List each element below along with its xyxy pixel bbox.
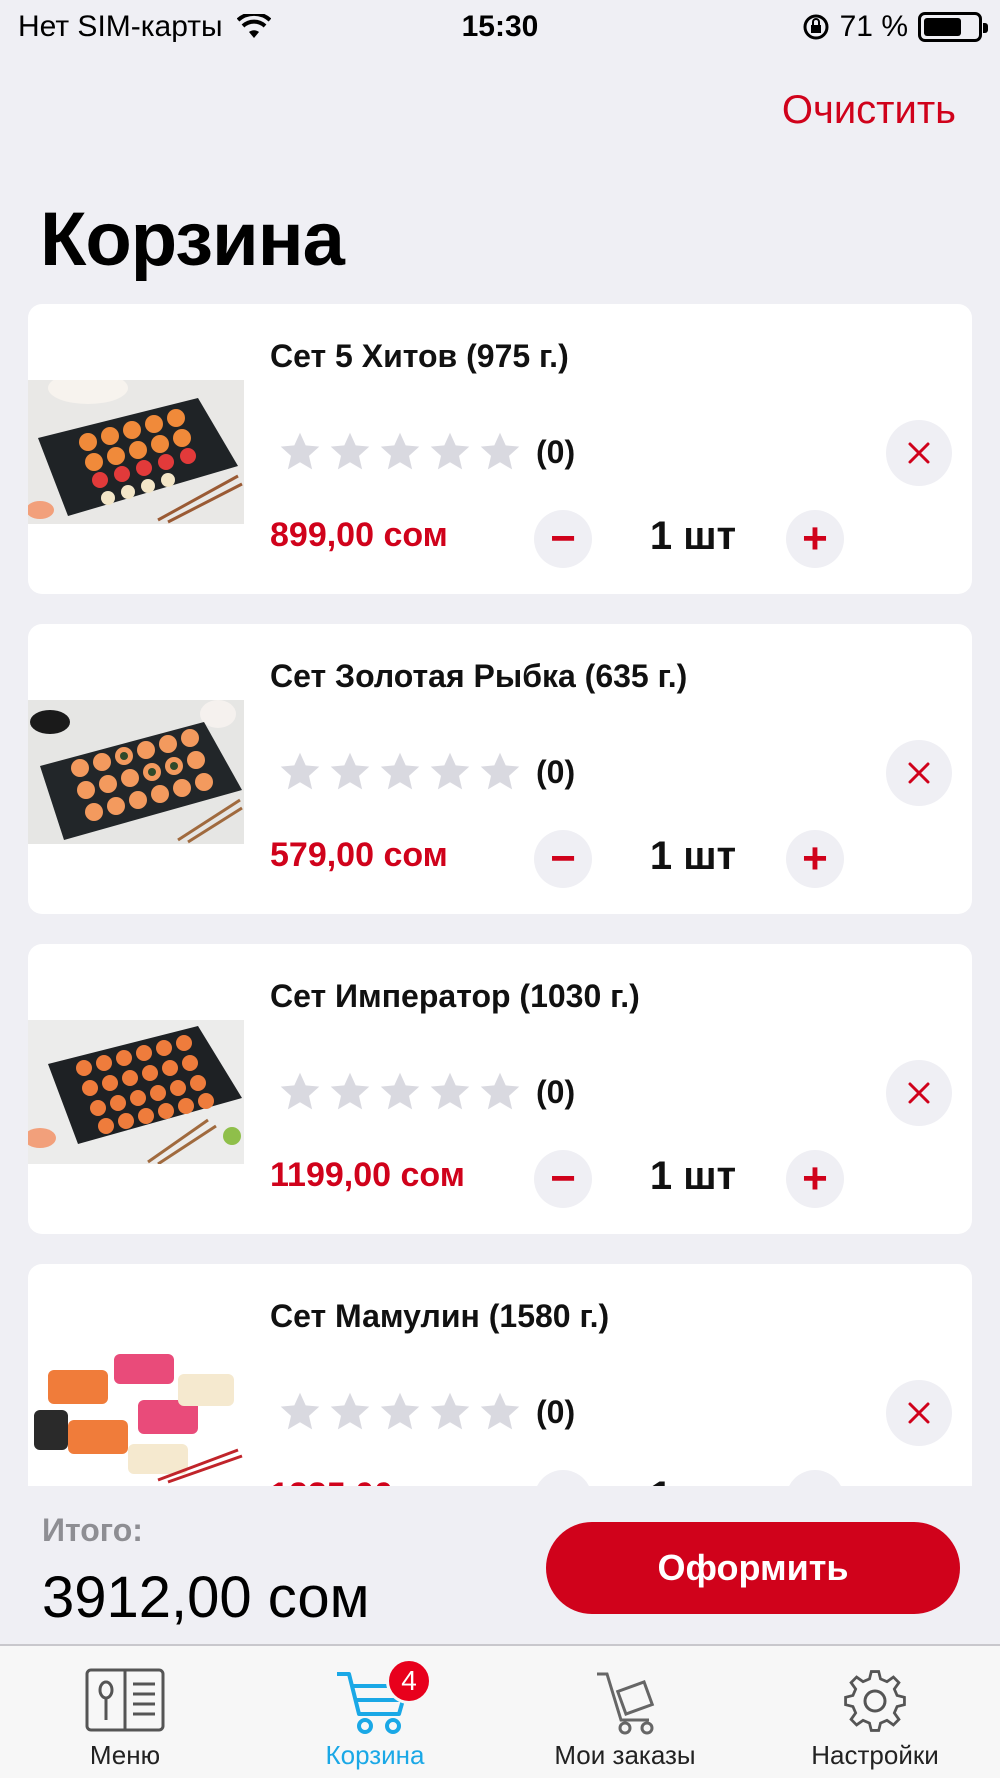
tab-my-orders[interactable]: Мои заказы	[500, 1646, 750, 1778]
checkout-button[interactable]: Оформить	[546, 1522, 960, 1614]
cart-list[interactable]: Сет 5 Хитов (975 г.) (0) 899,00 сом − 1 …	[0, 300, 1000, 1486]
orientation-lock-icon	[803, 14, 829, 40]
product-image	[28, 1020, 244, 1164]
star-icon[interactable]	[378, 430, 422, 474]
item-quantity: 1 шт	[608, 1474, 778, 1486]
status-bar: Нет SIM-карты 15:30 71 %	[0, 0, 1000, 56]
gear-icon	[844, 1670, 906, 1732]
tab-cart[interactable]: 4 Корзина	[250, 1646, 500, 1778]
close-icon	[908, 442, 930, 464]
battery-level	[924, 18, 961, 36]
decrease-quantity-button[interactable]: −	[534, 1150, 592, 1208]
decrease-quantity-button[interactable]: −	[534, 830, 592, 888]
item-name: Сет Император (1030 г.)	[270, 978, 640, 1014]
rating-stars[interactable]: (0)	[278, 750, 575, 794]
item-quantity: 1 шт	[649, 1154, 737, 1198]
orders-cart-icon	[597, 1672, 655, 1735]
rating-stars[interactable]: (0)	[278, 1390, 575, 1434]
rating-count: (0)	[536, 1393, 576, 1430]
close-icon	[908, 762, 930, 784]
star-icon[interactable]	[478, 1390, 522, 1434]
close-icon	[908, 1402, 930, 1424]
star-icon[interactable]	[428, 1070, 472, 1114]
tab-menu[interactable]: Меню	[0, 1646, 250, 1778]
star-icon[interactable]	[478, 750, 522, 794]
star-icon[interactable]	[278, 1390, 322, 1434]
tab-label: Настройки	[811, 1740, 939, 1770]
star-icon[interactable]	[428, 1390, 472, 1434]
tab-label: Мои заказы	[554, 1740, 696, 1770]
battery-percent: 71 %	[839, 10, 908, 43]
item-price: 1235,00 сом	[270, 1476, 467, 1486]
increase-quantity-button[interactable]: +	[786, 830, 844, 888]
tab-bar: Меню 4 Корзина Мои заказы Настройки	[0, 1644, 1000, 1778]
star-icon[interactable]	[378, 1070, 422, 1114]
star-icon[interactable]	[278, 1070, 322, 1114]
clear-cart-button[interactable]: Очистить	[782, 88, 956, 133]
product-image	[28, 1340, 244, 1484]
item-price: 579,00 сом	[270, 836, 448, 874]
remove-item-button[interactable]	[886, 740, 952, 806]
item-name: Сет Мамулин (1580 г.)	[270, 1298, 610, 1334]
star-icon[interactable]	[378, 1390, 422, 1434]
item-name: Сет Золотая Рыбка (635 г.)	[270, 658, 688, 694]
menu-book-icon	[85, 1668, 165, 1732]
product-image	[28, 700, 244, 844]
star-icon[interactable]	[428, 430, 472, 474]
increase-quantity-button[interactable]: +	[786, 1470, 844, 1486]
cart-item: Сет 5 Хитов (975 г.) (0) 899,00 сом − 1 …	[28, 304, 972, 594]
tab-label: Меню	[89, 1740, 161, 1770]
battery-icon	[918, 12, 988, 42]
cart-item: Сет Мамулин (1580 г.) (0) 1235,00 сом − …	[28, 1264, 972, 1486]
total-label: Итого:	[42, 1512, 143, 1548]
item-name: Сет 5 Хитов (975 г.)	[270, 338, 569, 374]
total-value: 3912,00 сом	[42, 1565, 370, 1630]
star-icon[interactable]	[278, 750, 322, 794]
item-price: 899,00 сом	[270, 516, 448, 554]
star-icon[interactable]	[328, 430, 372, 474]
cart-item: Сет Император (1030 г.) (0) 1199,00 сом …	[28, 944, 972, 1234]
decrease-quantity-button[interactable]: −	[534, 510, 592, 568]
increase-quantity-button[interactable]: +	[786, 510, 844, 568]
rating-count: (0)	[536, 1073, 576, 1110]
item-quantity: 1 шт	[649, 514, 737, 558]
tab-settings[interactable]: Настройки	[750, 1646, 1000, 1778]
product-image	[28, 380, 244, 524]
star-icon[interactable]	[478, 430, 522, 474]
remove-item-button[interactable]	[886, 420, 952, 486]
cart-item: Сет Золотая Рыбка (635 г.) (0) 579,00 со…	[28, 624, 972, 914]
star-icon[interactable]	[328, 750, 372, 794]
close-icon	[908, 1082, 930, 1104]
star-icon[interactable]	[278, 430, 322, 474]
star-icon[interactable]	[378, 750, 422, 794]
rating-count: (0)	[536, 433, 576, 470]
cart-badge: 4	[386, 1658, 432, 1704]
star-icon[interactable]	[328, 1390, 372, 1434]
remove-item-button[interactable]	[886, 1380, 952, 1446]
rating-count: (0)	[536, 753, 576, 790]
item-price: 1199,00 сом	[270, 1156, 465, 1194]
decrease-quantity-button[interactable]: −	[534, 1470, 592, 1486]
rating-stars[interactable]: (0)	[278, 1070, 575, 1114]
page-title: Корзина	[40, 197, 345, 282]
star-icon[interactable]	[428, 750, 472, 794]
increase-quantity-button[interactable]: +	[786, 1150, 844, 1208]
tab-label: Корзина	[325, 1740, 425, 1770]
star-icon[interactable]	[478, 1070, 522, 1114]
item-quantity: 1 шт	[649, 834, 737, 878]
rating-stars[interactable]: (0)	[278, 430, 575, 474]
remove-item-button[interactable]	[886, 1060, 952, 1126]
star-icon[interactable]	[328, 1070, 372, 1114]
